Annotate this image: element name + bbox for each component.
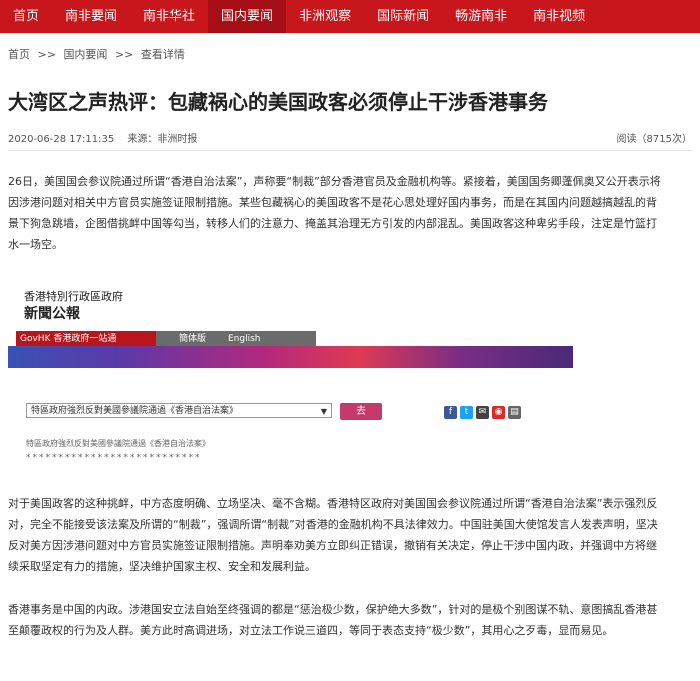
twitter-icon: t	[460, 406, 473, 419]
breadcrumb: 首页 >> 国内要闻 >> 查看详情	[8, 46, 189, 62]
nav-item-travel[interactable]: 畅游南非	[442, 0, 520, 33]
breadcrumb-section[interactable]: 国内要闻	[63, 48, 107, 61]
breadcrumb-current: 查看详情	[140, 48, 185, 61]
top-nav: 首页 南非要闻 南非华社 国内要闻 非洲观察 国际新闻 畅游南非 南非视频	[0, 0, 700, 33]
embed-caption: 特區政府強烈反對美國參議院通過《香港自治法案》	[26, 439, 210, 448]
nav-item-international[interactable]: 国际新闻	[364, 0, 442, 33]
embed-govhk-link: GovHK 香港政府一站通	[16, 331, 156, 347]
nav-item-sa-chinese[interactable]: 南非华社	[130, 0, 208, 33]
nav-item-domestic[interactable]: 国内要闻	[208, 0, 287, 33]
article-source: 来源：非洲时报	[127, 134, 198, 145]
embed-english-link: English	[228, 334, 261, 344]
divider	[8, 150, 692, 151]
article-meta: 2020-06-28 17:11:35 来源：非洲时报 阅读（8715次）	[8, 130, 692, 145]
embed-select-value: 特區政府強烈反對美國參議院通過《香港自治法案》	[31, 406, 239, 416]
nav-item-sa-news[interactable]: 南非要闻	[52, 0, 130, 33]
nav-item-africa[interactable]: 非洲观察	[286, 0, 364, 33]
article-paragraph: 对于美国政客的这种挑衅，中方态度明确、立场坚决、毫不含糊。香港特区政府对美国国会…	[8, 497, 658, 573]
embed-stars: ***************************	[26, 453, 202, 463]
article-paragraph: 香港事务是中国的内政。涉港国安立法自始至终强调的都是“惩治极少数，保护绝大多数”…	[8, 603, 658, 637]
embed-share-icons: f t ✉ ◉ ▤	[444, 406, 521, 419]
embed-org-name: 香港特別行政區政府	[24, 290, 123, 303]
breadcrumb-separator: >>	[37, 48, 56, 61]
embed-simplified-link: 簡体版	[179, 334, 207, 344]
weibo-icon: ◉	[492, 406, 505, 419]
facebook-icon: f	[444, 406, 457, 419]
article-date: 2020-06-28 17:11:35	[8, 134, 115, 145]
breadcrumb-home[interactable]: 首页	[8, 48, 30, 61]
article-title: 大湾区之声热评：包藏祸心的美国政客必须停止干涉香港事务	[8, 90, 548, 114]
embedded-screenshot: 香港特別行政區政府 新聞公報 GovHK 香港政府一站通 簡体版 English…	[8, 278, 573, 478]
nav-item-home[interactable]: 首页	[0, 0, 52, 33]
chevron-down-icon: ▼	[320, 407, 327, 416]
breadcrumb-separator: >>	[114, 48, 134, 61]
embed-press-title: 新聞公報	[24, 306, 80, 322]
article-paragraph: 26日，美国国会参议院通过所谓“香港自治法案”，声称要“制裁”部分香港官员及金融…	[8, 175, 661, 251]
read-count: 阅读（8715次）	[616, 134, 692, 145]
embed-select: 特區政府強烈反對美國參議院通過《香港自治法案》 ▼	[26, 403, 332, 418]
embed-link-bar: GovHK 香港政府一站通 簡体版 English	[16, 331, 316, 347]
embed-banner	[8, 346, 573, 368]
embed-go-button: 去	[340, 403, 382, 420]
email-icon: ✉	[476, 406, 489, 419]
nav-item-video[interactable]: 南非视频	[520, 0, 598, 33]
print-icon: ▤	[508, 406, 521, 419]
